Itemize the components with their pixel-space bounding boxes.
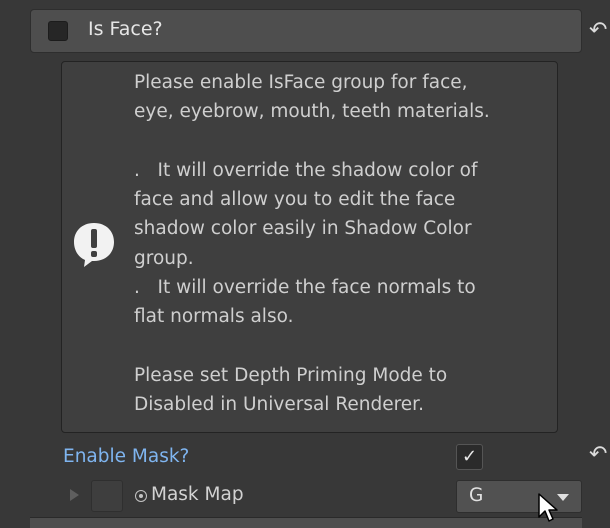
channel-dropdown-value: G (469, 485, 484, 506)
enable-mask-label: Enable Mask? (63, 446, 190, 467)
info-speech-bubble-icon (74, 223, 114, 267)
object-picker-icon[interactable] (135, 490, 147, 502)
is-face-title: Is Face? (88, 18, 163, 40)
mask-map-label: Mask Map (151, 484, 244, 505)
foldout-arrow-icon[interactable] (70, 489, 79, 501)
revert-arrow-icon[interactable]: ↶ (589, 20, 607, 42)
channel-dropdown[interactable]: G (456, 480, 582, 513)
is-face-checkbox[interactable] (48, 21, 68, 41)
mask-map-row: Mask Map G (0, 480, 610, 514)
enable-mask-checkbox[interactable]: ✓ (456, 444, 483, 470)
mouse-cursor-icon (538, 493, 558, 522)
help-box: Please enable IsFace group for face, eye… (61, 61, 558, 433)
mask-map-texture-slot[interactable] (91, 480, 123, 512)
is-face-group-header[interactable]: Is Face? (30, 9, 582, 53)
help-message: Please enable IsFace group for face, eye… (134, 72, 490, 416)
revert-arrow-icon[interactable]: ↶ (589, 444, 607, 466)
